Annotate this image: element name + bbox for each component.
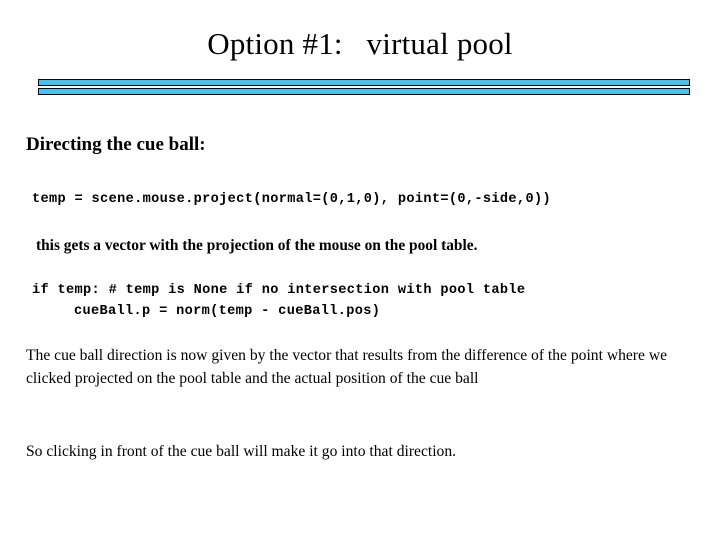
slide-canvas: Option #1: virtual pool Directing the cu… [0, 0, 720, 540]
code-explanation-note: this gets a vector with the projection o… [36, 237, 478, 254]
code-line-project: temp = scene.mouse.project(normal=(0,1,0… [32, 192, 551, 207]
title-divider [38, 79, 690, 95]
page-title: Option #1: virtual pool [207, 26, 513, 61]
code-line-if-temp: if temp: # temp is None if no intersecti… [32, 283, 526, 298]
code-line-cueball-assign: cueBall.p = norm(temp - cueBall.pos) [74, 304, 381, 319]
divider-bar-bottom [38, 88, 690, 95]
body-paragraph-direction: The cue ball direction is now given by t… [26, 347, 668, 387]
section-heading: Directing the cue ball: [26, 134, 206, 155]
body-paragraph-conclusion: So clicking in front of the cue ball wil… [26, 443, 457, 460]
divider-bar-top [38, 79, 690, 86]
